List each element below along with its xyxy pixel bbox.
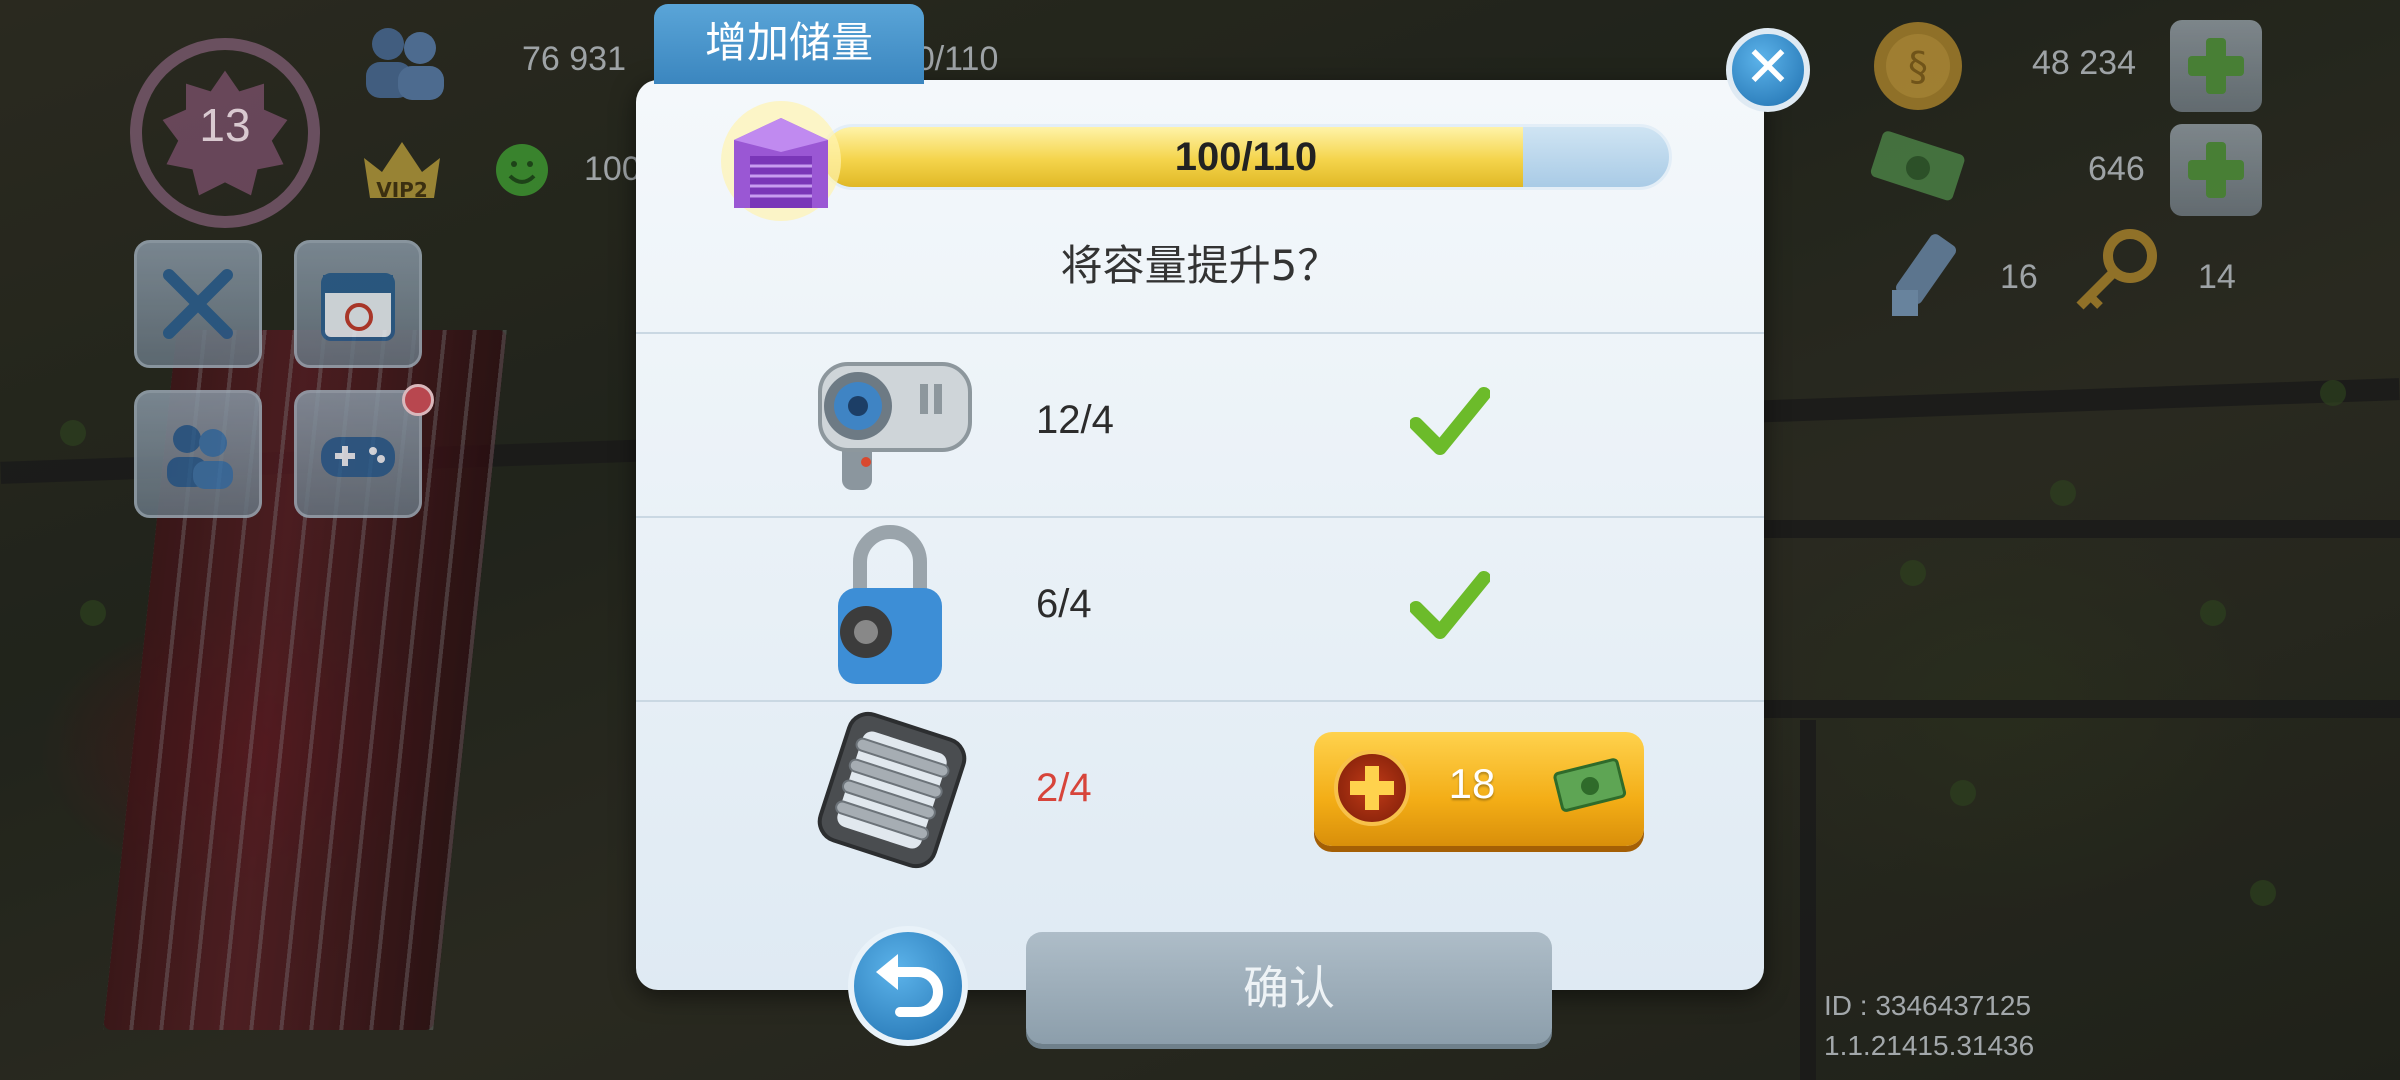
level-number: 13	[199, 99, 251, 151]
plus-circle-icon	[1334, 750, 1410, 826]
friends-icon	[167, 425, 233, 489]
events-calendar-button[interactable]	[294, 240, 422, 368]
buy-missing-item-button[interactable]: 18	[1314, 732, 1644, 846]
plus-icon	[2188, 142, 2244, 198]
game-version: 1.1.21415.31436	[1824, 1030, 2035, 1061]
camera-icon	[818, 362, 972, 490]
player-id: ID : 3346437125	[1824, 990, 2032, 1021]
upgrade-question: 将容量提升5？	[1060, 241, 1340, 290]
golden-token-icon	[1892, 234, 1957, 316]
storage-capacity-text: 100/110	[1174, 135, 1318, 179]
padlock-icon	[838, 525, 942, 684]
checkmark-icon	[1410, 387, 1490, 455]
checkmark-icon	[1410, 571, 1490, 639]
dialog-title-tab: 增加储量	[654, 4, 924, 84]
golden-key-icon	[2076, 229, 2157, 310]
row-divider	[636, 700, 1764, 702]
close-button[interactable]: ✕	[1726, 28, 1810, 112]
row-divider	[636, 332, 1764, 334]
metal-bars-count: 2/4	[1036, 766, 1092, 810]
golden-keys-count: 14	[2198, 258, 2236, 296]
add-simoleons-button[interactable]	[2170, 20, 2262, 112]
happiness-value: 100	[584, 150, 641, 188]
happiness-face-icon	[496, 144, 548, 196]
storage-building-icon	[721, 101, 841, 221]
storage-capacity-bar: 100/110	[820, 124, 1672, 190]
wrench-screwdriver-icon	[163, 269, 233, 339]
vip-label: VIP2	[376, 178, 428, 202]
back-arrow-icon	[876, 954, 943, 1017]
back-button[interactable]	[848, 926, 968, 1046]
tools-button[interactable]	[134, 240, 262, 368]
population-icon	[366, 28, 444, 100]
row-divider	[636, 516, 1764, 518]
simcash-count: 646	[2088, 150, 2145, 188]
gamepad-icon	[321, 437, 395, 477]
notification-dot	[402, 384, 434, 416]
padlock-count: 6/4	[1036, 582, 1092, 626]
simoleon-coin-icon: §	[1874, 22, 1962, 110]
simcash-bill-icon	[1553, 758, 1627, 812]
buy-price: 18	[1448, 760, 1496, 807]
plus-icon	[2188, 38, 2244, 94]
calendar-icon	[321, 273, 395, 341]
games-button[interactable]	[294, 390, 422, 518]
metal-bars-icon	[817, 711, 967, 869]
svg-text:§: §	[1908, 44, 1928, 90]
population-count: 76 931	[522, 40, 626, 78]
confirm-button[interactable]: 确认	[1026, 932, 1552, 1044]
simoleons-count: 48 234	[2032, 44, 2136, 82]
simcash-icon	[1870, 131, 1965, 201]
camera-count: 12/4	[1036, 398, 1114, 442]
add-simcash-button[interactable]	[2170, 124, 2262, 216]
close-icon: ✕	[1744, 35, 1792, 100]
golden-tokens-count: 16	[2000, 258, 2038, 296]
social-button[interactable]	[134, 390, 262, 518]
